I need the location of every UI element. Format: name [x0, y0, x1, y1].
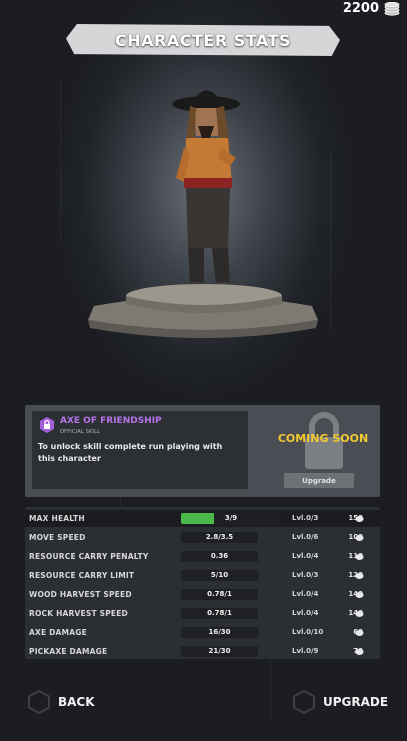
upgrade-label: UPGRADE: [323, 695, 389, 709]
skill-panel: AXE OF FRIENDSHIP OFFICIAL SKILL To unlo…: [25, 405, 380, 497]
stat-value: 0.36: [210, 552, 229, 560]
stat-row-resource-carry-penalty[interactable]: RESOURCE CARRY PENALTY 0.36 Lvl.0/4 110: [25, 548, 380, 565]
coin-icon: [355, 649, 364, 655]
coin-icon: [355, 592, 364, 598]
coin-icon: [355, 554, 364, 560]
stat-value: 3/9: [224, 514, 238, 522]
page-title: CHARACTER STATS: [115, 30, 291, 50]
stat-value: 5/10: [210, 571, 229, 579]
coin-icon: [355, 611, 364, 617]
stat-level: Lvl.0/9: [292, 647, 319, 655]
coin-icon: [355, 535, 364, 541]
character-model: [172, 90, 240, 290]
stat-row-max-health[interactable]: MAX HEALTH 3/9 Lvl.0/3 150: [25, 510, 380, 527]
coin-stack-icon: [384, 1, 400, 16]
stat-value: 0.78/1: [207, 609, 232, 617]
coin-icon: [355, 573, 364, 579]
stat-progress-bar: 0.36: [181, 551, 258, 562]
stat-level: Lvl.0/3: [292, 571, 319, 579]
stat-name: WOOD HARVEST SPEED: [29, 590, 132, 599]
stat-name: RESOURCE CARRY PENALTY: [29, 552, 149, 561]
skill-card: AXE OF FRIENDSHIP OFFICIAL SKILL To unlo…: [32, 411, 248, 489]
hexagon-icon: [28, 690, 50, 714]
stat-level: Lvl.0/4: [292, 552, 319, 560]
stat-progress-bar: 0.78/1: [181, 608, 258, 619]
stat-progress-bar: 16/30: [181, 627, 258, 638]
stat-progress-bar: 2.8/3.5: [181, 532, 258, 543]
stat-name: PICKAXE DAMAGE: [29, 647, 108, 656]
stat-value: 16/30: [208, 628, 231, 636]
stat-level: Lvl.0/4: [292, 590, 319, 598]
stat-row-axe-damage[interactable]: AXE DAMAGE 16/30 Lvl.0/10 60: [25, 624, 380, 641]
lock-badge-icon: [40, 417, 54, 433]
stat-level: Lvl.0/4: [292, 609, 319, 617]
upgrade-button[interactable]: UPGRADE: [293, 690, 388, 714]
stat-progress-bar: 0.78/1: [181, 589, 258, 600]
stat-name: RESOURCE CARRY LIMIT: [29, 571, 135, 580]
stat-name: MAX HEALTH: [29, 514, 85, 523]
stat-name: ROCK HARVEST SPEED: [29, 609, 128, 618]
stat-row-move-speed[interactable]: MOVE SPEED 2.8/3.5 Lvl.0/6 100: [25, 529, 380, 546]
stat-level: Lvl.0/10: [292, 628, 324, 636]
stat-progress-bar: 3/9: [181, 513, 281, 524]
stat-row-rock-harvest-speed[interactable]: ROCK HARVEST SPEED 0.78/1 Lvl.0/4 140: [25, 605, 380, 622]
stat-value: 21/30: [208, 647, 231, 655]
skill-subtitle: OFFICIAL SKILL: [60, 429, 101, 435]
coin-icon: [355, 630, 364, 636]
currency-amount: 2200: [342, 1, 379, 16]
stats-panel: MAX HEALTH 3/9 Lvl.0/3 150 MOVE SPEED 2.…: [25, 507, 380, 659]
title-banner: CHARACTER STATS: [66, 24, 340, 56]
stat-level: Lvl.0/6: [292, 533, 319, 541]
stat-progress-bar: 5/10: [181, 570, 258, 581]
stat-value: 2.8/3.5: [205, 533, 234, 541]
coming-soon-label: COMING SOON: [277, 432, 369, 445]
character-pedestal: [88, 284, 318, 338]
stat-progress-bar: 21/30: [181, 646, 258, 657]
skill-description: To unlock skill complete run playing wit…: [38, 442, 223, 463]
stat-value: 0.78/1: [207, 590, 232, 598]
skill-name: AXE OF FRIENDSHIP: [60, 416, 162, 426]
stat-row-resource-carry-limit[interactable]: RESOURCE CARRY LIMIT 5/10 Lvl.0/3 120: [25, 567, 380, 584]
coin-icon: [355, 516, 364, 522]
stat-level: Lvl.0/3: [292, 514, 319, 522]
back-button[interactable]: BACK: [28, 690, 95, 714]
skill-upgrade-button[interactable]: Upgrade: [284, 473, 354, 488]
stat-name: AXE DAMAGE: [29, 628, 87, 637]
currency-display: 2200: [343, 1, 401, 16]
stat-row-pickaxe-damage[interactable]: PICKAXE DAMAGE 21/30 Lvl.0/9 70: [25, 643, 380, 660]
stat-name: MOVE SPEED: [29, 533, 86, 542]
back-label: BACK: [58, 695, 95, 709]
stat-row-wood-harvest-speed[interactable]: WOOD HARVEST SPEED 0.78/1 Lvl.0/4 140: [25, 586, 380, 603]
hexagon-icon: [293, 690, 315, 714]
